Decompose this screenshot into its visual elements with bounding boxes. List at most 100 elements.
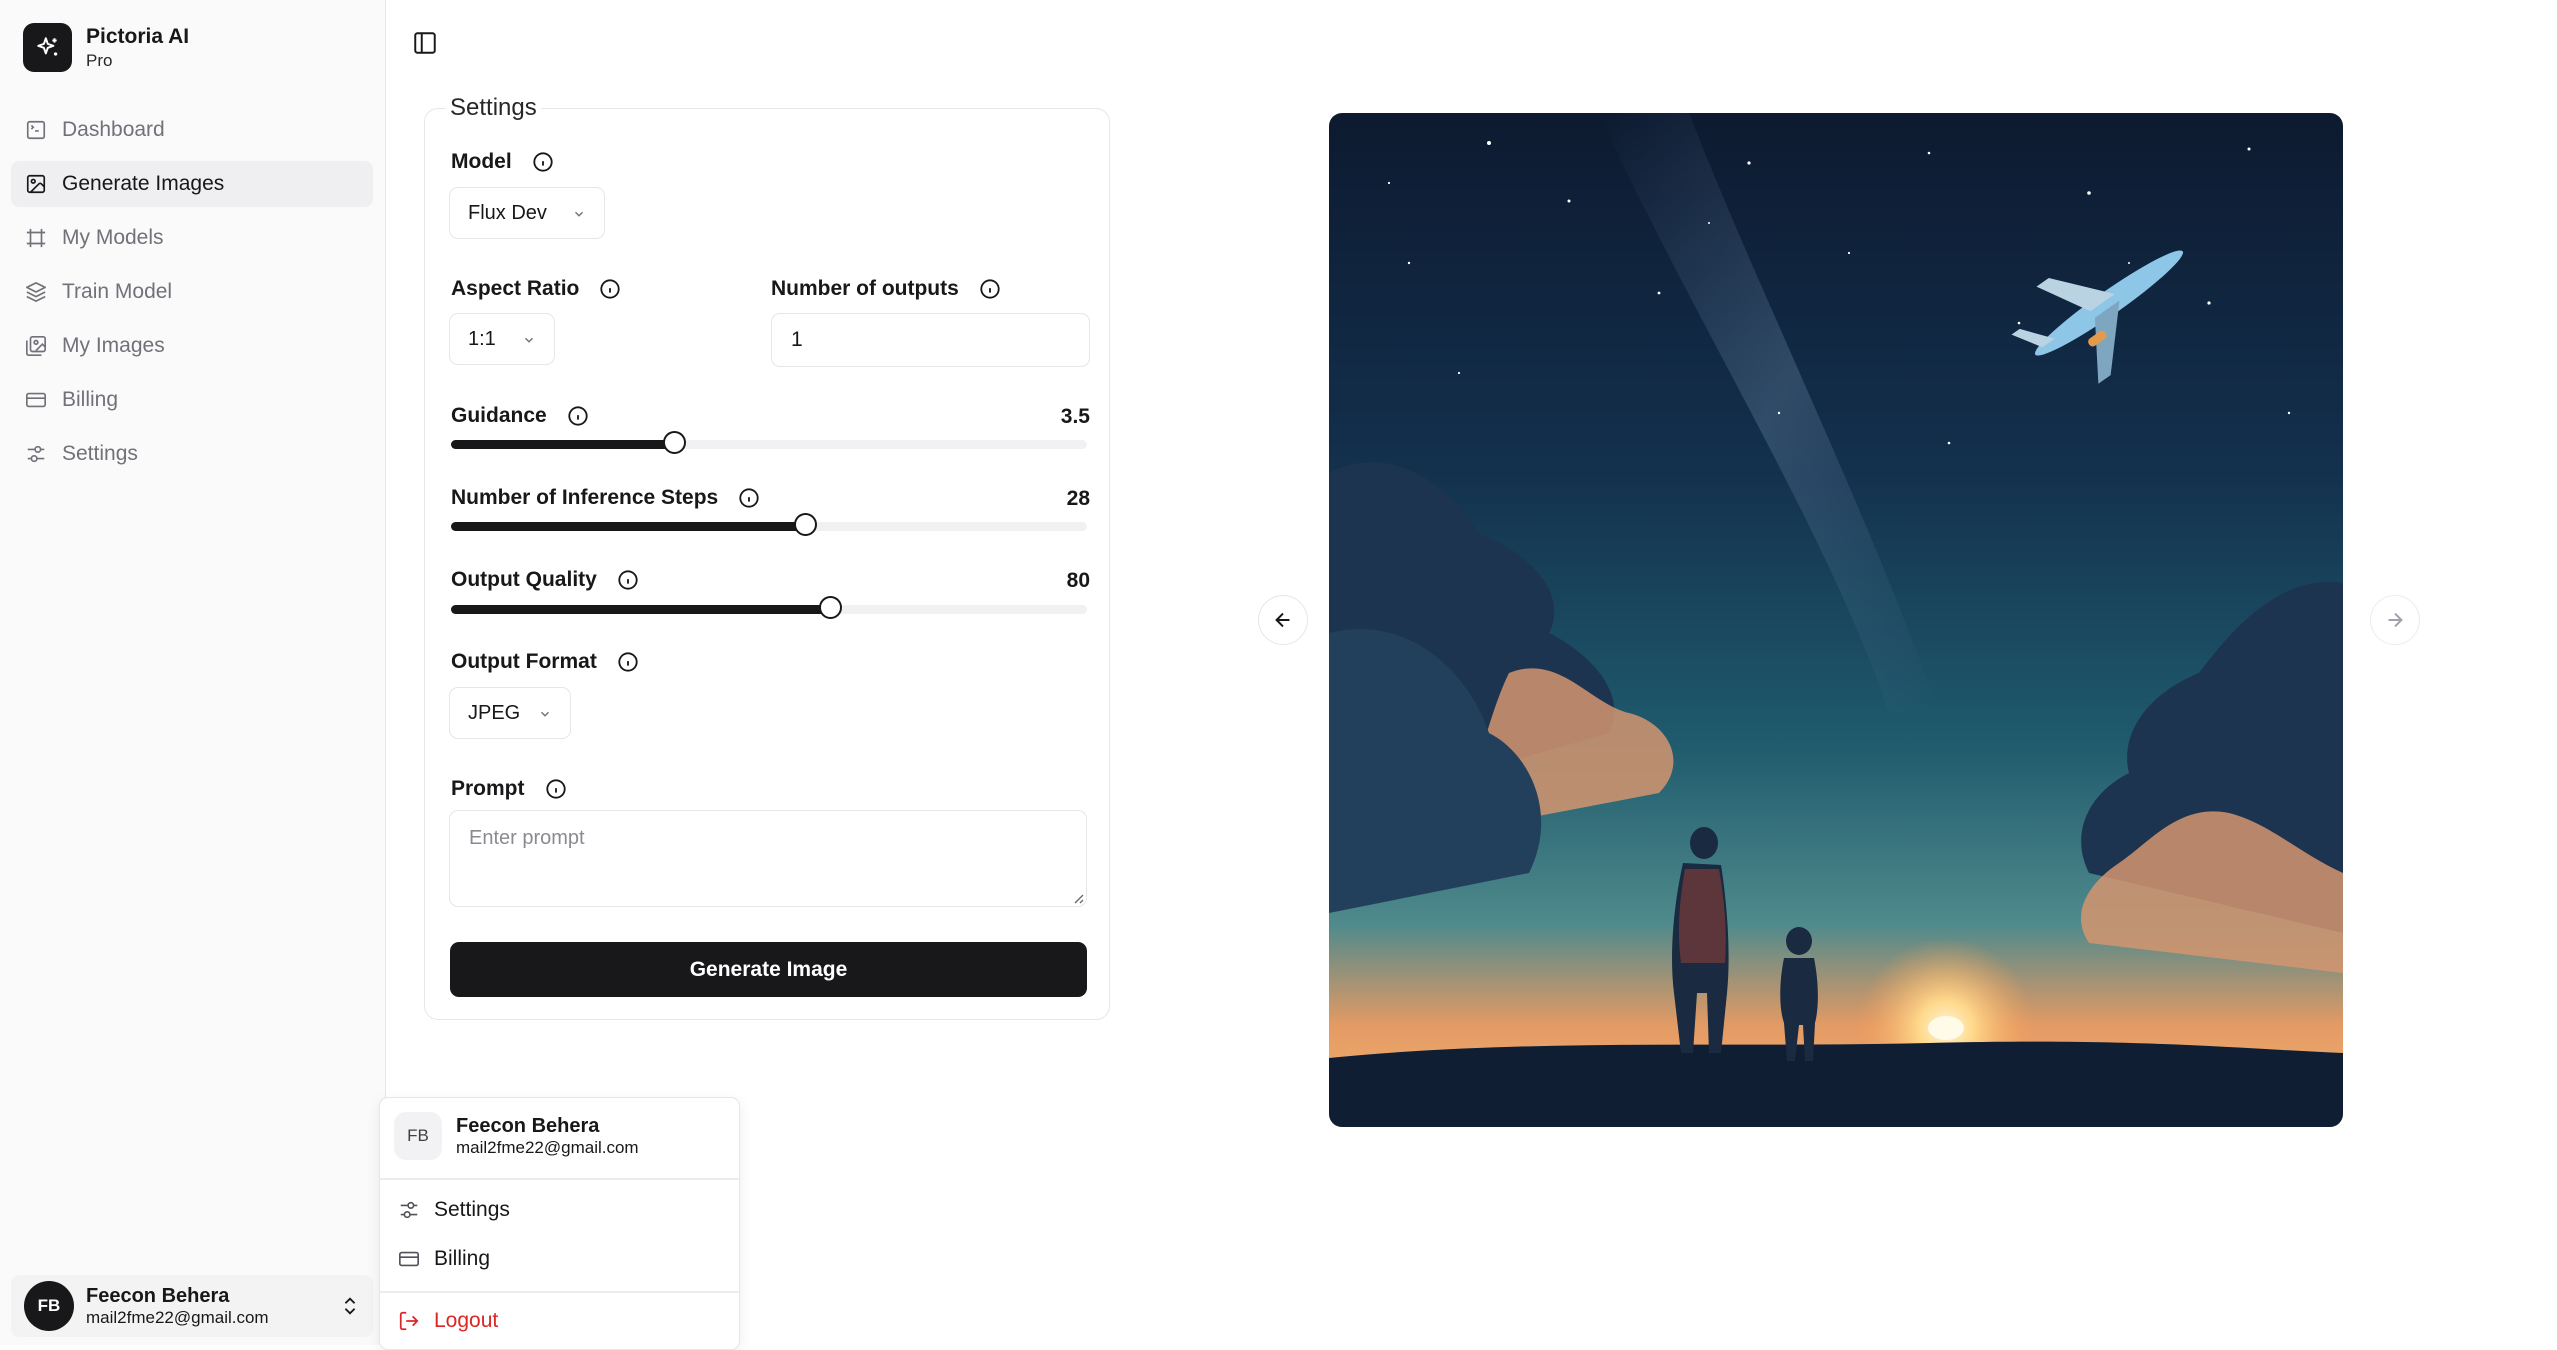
aspect-ratio-label: Aspect Ratio	[451, 277, 621, 301]
carousel-next-button[interactable]	[2370, 595, 2420, 645]
info-icon[interactable]	[599, 278, 621, 300]
arrow-right-icon	[2388, 612, 2403, 628]
model-label: Model	[451, 150, 554, 174]
info-icon[interactable]	[979, 278, 1001, 300]
menu-divider	[380, 1178, 739, 1180]
sidebar-item-generate-images[interactable]: Generate Images	[11, 161, 373, 207]
slider-fill	[451, 440, 674, 449]
chevron-down-icon	[575, 211, 583, 217]
slider-thumb[interactable]	[662, 431, 686, 454]
menu-divider	[380, 1291, 739, 1293]
model-label-text: Model	[451, 150, 512, 173]
menu-item-label: Logout	[434, 1309, 499, 1332]
output-format-label-text: Output Format	[451, 650, 597, 673]
sidebar-item-label: Billing	[62, 388, 119, 411]
generate-image-button[interactable]: Generate Image	[450, 942, 1087, 997]
user-email: mail2fme22@gmail.com	[86, 1308, 269, 1327]
sidebar-item-my-images[interactable]: My Images	[11, 323, 373, 369]
info-icon[interactable]	[617, 569, 639, 591]
sidebar-item-dashboard[interactable]: Dashboard	[11, 107, 373, 153]
square-terminal-icon	[26, 120, 46, 140]
slider-fill	[451, 522, 805, 531]
output-format-select[interactable]: JPEG	[449, 687, 571, 739]
slider-thumb[interactable]	[819, 596, 843, 619]
carousel-prev-button[interactable]	[1258, 595, 1308, 645]
chevron-down-icon	[525, 337, 533, 343]
prompt-textarea[interactable]	[449, 810, 1087, 907]
sliders-icon	[27, 445, 45, 463]
panel-left-icon	[414, 32, 436, 54]
output-format-value: JPEG	[468, 701, 521, 724]
sidebar-item-train-model[interactable]: Train Model	[11, 269, 373, 315]
num-outputs-label: Number of outputs	[771, 277, 1001, 301]
inference-steps-label: Number of Inference Steps	[451, 486, 760, 510]
sidebar-item-label: Generate Images	[62, 172, 225, 195]
slider-fill	[451, 605, 831, 614]
sidebar-item-my-models[interactable]: My Models	[11, 215, 373, 261]
sidebar-item-label: Train Model	[62, 280, 173, 303]
chevrons-up-down-icon	[344, 1297, 356, 1315]
menu-item-settings[interactable]: Settings	[398, 1198, 510, 1222]
inference-steps-label-text: Number of Inference Steps	[451, 486, 719, 509]
output-quality-label-text: Output Quality	[451, 568, 597, 591]
sidebar-toggle-button[interactable]	[412, 30, 438, 56]
user-menu: FB Feecon Behera mail2fme22@gmail.com Se…	[379, 1097, 740, 1350]
output-quality-value: 80	[1066, 569, 1090, 592]
output-quality-label: Output Quality	[451, 568, 639, 592]
aspect-ratio-value: 1:1	[468, 327, 496, 350]
slider-thumb[interactable]	[793, 513, 817, 536]
images-icon	[26, 336, 46, 356]
aspect-ratio-select[interactable]: 1:1	[449, 313, 555, 365]
model-select-value: Flux Dev	[468, 201, 547, 224]
guidance-slider[interactable]	[451, 431, 1087, 454]
sidebar-item-label: My Images	[62, 334, 165, 357]
sidebar-item-label: Settings	[62, 442, 138, 465]
log-out-icon	[399, 1311, 419, 1331]
sidebar-item-label: My Models	[62, 226, 164, 249]
info-icon[interactable]	[532, 151, 554, 173]
info-icon[interactable]	[567, 405, 589, 427]
menu-item-label: Settings	[434, 1198, 510, 1221]
output-format-label: Output Format	[451, 650, 639, 674]
num-outputs-input[interactable]	[771, 313, 1090, 367]
sidebar-item-label: Dashboard	[62, 118, 165, 141]
user-menu-header: FB Feecon Behera mail2fme22@gmail.com	[394, 1112, 639, 1160]
info-icon[interactable]	[738, 487, 760, 509]
prompt-label: Prompt	[451, 777, 567, 801]
info-icon[interactable]	[617, 651, 639, 673]
credit-card-icon	[399, 1251, 419, 1267]
menu-item-label: Billing	[434, 1247, 491, 1270]
info-icon[interactable]	[545, 778, 567, 800]
num-outputs-label-text: Number of outputs	[771, 277, 959, 300]
prompt-label-text: Prompt	[451, 777, 525, 800]
credit-card-icon	[26, 392, 46, 408]
brand[interactable]: Pictoria AI Pro	[23, 23, 189, 72]
resize-handle-icon[interactable]	[1070, 890, 1084, 904]
sidebar-item-billing[interactable]: Billing	[11, 377, 373, 423]
aspect-ratio-label-text: Aspect Ratio	[451, 277, 580, 300]
guidance-label-text: Guidance	[451, 404, 547, 427]
user-name: Feecon Behera	[86, 1285, 230, 1307]
inference-steps-slider[interactable]	[451, 513, 1087, 536]
sparkles-icon	[23, 23, 72, 72]
sidebar-item-settings[interactable]: Settings	[11, 431, 373, 477]
user-account-button[interactable]: FB Feecon Behera mail2fme22@gmail.com	[11, 1275, 373, 1337]
arrow-left-icon	[1275, 612, 1290, 628]
guidance-label: Guidance	[451, 404, 589, 428]
avatar: FB	[24, 1281, 74, 1331]
layers-icon	[26, 282, 46, 302]
menu-item-logout[interactable]: Logout	[398, 1309, 498, 1333]
generated-image	[1329, 113, 2343, 1127]
chevron-down-icon	[541, 711, 549, 717]
output-quality-slider[interactable]	[451, 596, 1087, 619]
sidebar: Pictoria AI Pro Dashboard Generate Image…	[0, 0, 386, 1345]
frame-icon	[26, 228, 46, 248]
model-select[interactable]: Flux Dev	[449, 187, 605, 239]
user-name: Feecon Behera	[456, 1115, 600, 1137]
inference-steps-value: 28	[1066, 487, 1090, 510]
image-icon	[26, 174, 46, 194]
avatar: FB	[394, 1112, 442, 1160]
guidance-value: 3.5	[1060, 405, 1090, 428]
menu-item-billing[interactable]: Billing	[398, 1247, 490, 1271]
user-email: mail2fme22@gmail.com	[456, 1138, 639, 1157]
